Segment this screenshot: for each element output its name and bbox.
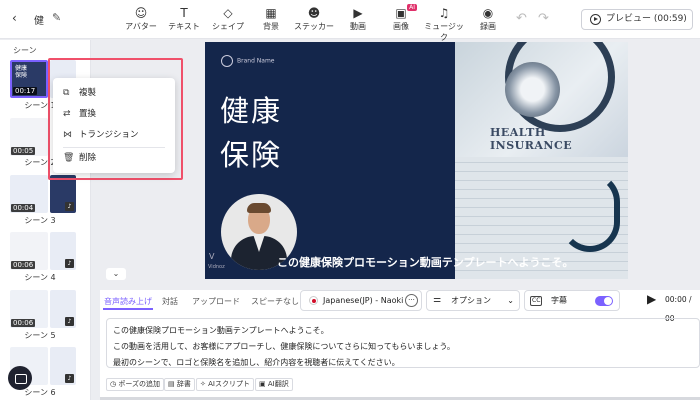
scene-thumbnail-5[interactable]: 00:06 <box>10 290 48 328</box>
media-icon: ♪ <box>65 374 74 383</box>
ai-badge: AI <box>407 4 417 11</box>
project-name[interactable]: 健 <box>34 12 44 27</box>
scene-duration: 00:06 <box>11 319 36 327</box>
record-icon: ◉ <box>482 6 494 20</box>
undo-icon[interactable]: ↶ <box>516 11 527 26</box>
chevron-down-icon: ⌄ <box>507 296 514 305</box>
dictionary-button[interactable]: ▤ 辞書 <box>164 378 195 391</box>
shape-icon: ◇ <box>223 6 233 20</box>
add-pause-button[interactable]: ◷ ポーズの追加 <box>106 378 164 391</box>
scene-context-menu: ⧉ 複製 ⇄ 置換 ⋈ トランジション 🗑 削除 <box>53 78 175 173</box>
thumbnail-title: 健康 保険 <box>15 65 28 79</box>
edit-pencil-icon[interactable]: ✎ <box>52 11 61 24</box>
scene-duration: 00:05 <box>11 147 36 155</box>
replace-icon: ⇄ <box>63 109 71 119</box>
stethoscope-tube-lower <box>560 172 620 252</box>
watermark-text: Vidnoz <box>208 264 225 270</box>
video-icon: ▶ <box>353 6 363 20</box>
sparkle-icon: ✧ <box>200 380 206 388</box>
scene-avatar-thumb[interactable]: ♪ <box>50 175 76 213</box>
tool-avatar[interactable]: ☺ アバター <box>119 6 163 32</box>
script-textarea[interactable]: この健康保険プロモーション動画テンプレートへようこそ。 この動画を活用して、お客… <box>106 318 700 368</box>
tool-background[interactable]: ▦ 背景 <box>249 6 293 32</box>
options-select[interactable]: ⚌ オプション ⌄ <box>426 290 520 311</box>
play-icon[interactable]: ▶ <box>647 290 656 309</box>
avatar-icon: ☺ <box>134 6 148 20</box>
menu-item-delete[interactable]: 🗑 削除 <box>63 151 96 165</box>
translate-icon: ▣ <box>259 380 266 388</box>
preview-button[interactable]: プレビュー (00:59) <box>581 9 693 30</box>
tool-record[interactable]: ◉ 録画 <box>466 6 510 32</box>
menu-item-replace[interactable]: ⇄ 置換 <box>63 107 96 121</box>
tool-image[interactable]: ▣ 画像 AI <box>379 4 423 32</box>
japan-flag-icon <box>309 296 318 305</box>
scene-avatar-thumb[interactable]: ♪ <box>50 232 76 270</box>
clock-icon: ◷ <box>110 380 117 388</box>
voice-select[interactable]: Japanese(JP) - Naoki ··· <box>300 290 422 311</box>
play-circle-icon <box>590 14 601 25</box>
menu-item-duplicate[interactable]: ⧉ 複製 <box>63 86 96 100</box>
tool-sticker[interactable]: ☻ ステッカー <box>292 6 336 32</box>
script-panel: 音声読み上げ 対話 アップロード スピーチなし Japanese(JP) - N… <box>100 290 700 400</box>
scene-thumbnail-1[interactable]: 健康 保険 00:17 <box>10 60 48 98</box>
avatar-hair <box>247 203 271 213</box>
menu-divider <box>63 147 165 148</box>
duplicate-icon: ⧉ <box>63 88 70 98</box>
more-options-icon[interactable]: ··· <box>405 294 418 307</box>
scene-label: シーン 6 <box>24 388 56 397</box>
scene-label: シーン 3 <box>24 216 56 225</box>
vidnoz-logo-icon: V <box>209 252 215 261</box>
sidebar-title: シーン <box>13 46 37 55</box>
active-tab-underline <box>103 308 153 310</box>
subtitle-toggle-box: CC 字幕 <box>524 290 620 311</box>
tab-text-to-speech[interactable]: 音声読み上げ <box>104 296 152 307</box>
media-icon: ♪ <box>65 317 74 326</box>
chat-support-button[interactable] <box>8 366 32 390</box>
music-icon: ♫ <box>438 6 450 20</box>
sticker-icon: ☻ <box>307 6 321 20</box>
redo-icon[interactable]: ↷ <box>538 11 549 26</box>
collapse-panel-button[interactable]: ⌄ <box>106 268 126 280</box>
scene-thumbnail-2[interactable]: 00:05 <box>10 118 48 156</box>
playback-controls: ▶ 00:00 / 00 <box>633 290 700 323</box>
back-arrow-icon[interactable]: ‹ <box>12 11 17 25</box>
health-insurance-text: HEALTH INSURANCE <box>490 126 573 152</box>
top-toolbar: ‹ 健 ✎ ☺ アバター T テキスト ◇ シェイプ ▦ 背景 ☻ ステッカー ▶ 動画 ▣… <box>0 0 700 42</box>
tab-no-speech[interactable]: スピーチなし <box>251 296 299 307</box>
text-icon: T <box>180 6 188 20</box>
tool-music[interactable]: ♫ ミュージック <box>422 6 466 43</box>
background-icon: ▦ <box>265 6 277 20</box>
subtitle-toggle[interactable] <box>595 296 613 306</box>
scene-avatar-thumb[interactable]: ♪ <box>50 347 76 385</box>
stethoscope-head <box>505 62 560 117</box>
scene-avatar-thumb[interactable]: ♪ <box>50 290 76 328</box>
sliders-icon: ⚌ <box>433 295 442 305</box>
cc-icon: CC <box>530 296 543 306</box>
ai-script-button[interactable]: ✧ AIスクリプト <box>196 378 254 391</box>
scene-duration: 00:04 <box>11 204 36 212</box>
tool-shape[interactable]: ◇ シェイプ <box>206 6 250 32</box>
tool-video[interactable]: ▶ 動画 <box>336 6 380 32</box>
ai-translate-button[interactable]: ▣ AI翻訳 <box>255 378 293 391</box>
media-icon: ♪ <box>65 202 74 211</box>
scene-thumbnail-4[interactable]: 00:06 <box>10 232 48 270</box>
canvas-title[interactable]: 健康 保険 <box>220 89 310 177</box>
media-icon: ♪ <box>65 259 74 268</box>
transition-icon: ⋈ <box>63 130 72 140</box>
scene-thumbnail-3[interactable]: 00:04 <box>10 175 48 213</box>
trash-icon: 🗑 <box>63 153 75 163</box>
scene-label: シーン 4 <box>24 273 56 282</box>
scene-label: シーン 5 <box>24 331 56 340</box>
video-canvas[interactable]: HEALTH INSURANCE Brand Name 健康 保険 V Vidn… <box>205 42 628 279</box>
tab-dialogue[interactable]: 対話 <box>162 296 178 307</box>
tool-text[interactable]: T テキスト <box>162 6 206 32</box>
scene-duration: 00:17 <box>13 87 38 95</box>
menu-item-transition[interactable]: ⋈ トランジション <box>63 128 139 142</box>
scene-duration: 00:06 <box>11 261 36 269</box>
book-icon: ▤ <box>168 380 175 388</box>
tab-upload[interactable]: アップロード <box>192 296 240 307</box>
brand-logo[interactable]: Brand Name <box>221 55 274 67</box>
canvas-subtitle: この健康保険プロモーション動画テンプレートへようこそ。 <box>277 256 574 269</box>
